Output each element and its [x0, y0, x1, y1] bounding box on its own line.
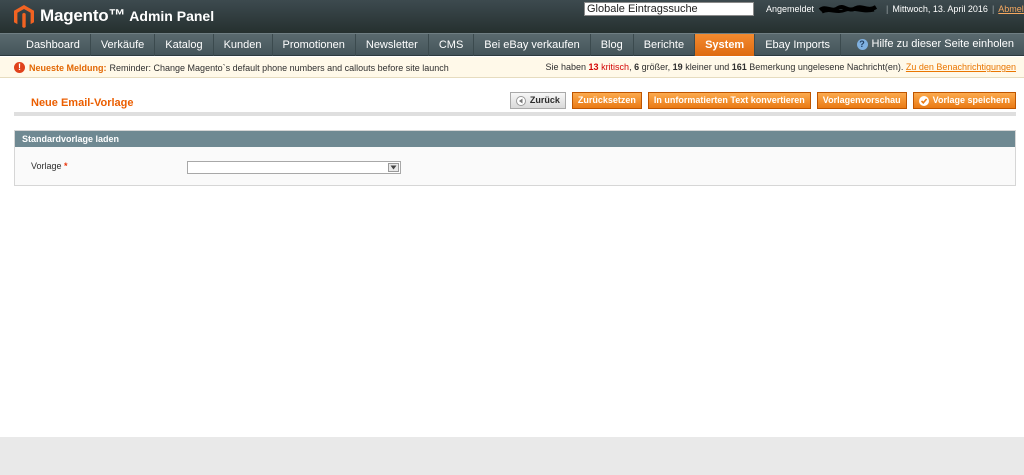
summary-suffix: Bemerkung ungelesene Nachricht(en). — [749, 62, 904, 72]
trademark-mark: ™ — [108, 6, 126, 25]
latest-message: ! Neueste Meldung: Reminder: Change Mage… — [14, 62, 449, 73]
help-label: Hilfe zu dieser Seite einholen — [871, 38, 1014, 50]
nav-item-dashboard[interactable]: Dashboard — [16, 34, 91, 56]
message-summary: Sie haben 13 kritisch, 6 größer, 19 klei… — [545, 62, 1016, 72]
global-search-input[interactable] — [584, 2, 754, 16]
magento-logo-icon — [14, 4, 34, 28]
current-date: Mittwoch, 13. April 2016 — [892, 4, 988, 14]
nav-item-newsletter[interactable]: Newsletter — [356, 34, 429, 56]
critical-word: kritisch — [601, 62, 630, 72]
logged-in-label: Angemeldet — [766, 4, 815, 14]
minor-count: 19 — [672, 62, 683, 72]
chevron-down-icon[interactable] — [388, 163, 399, 172]
critical-count: 13 — [588, 62, 599, 72]
nav-menu: Dashboard Verkäufe Katalog Kunden Promotione… — [16, 34, 842, 56]
redacted-username-scribble — [818, 3, 878, 15]
template-field-label: Vorlage * — [31, 161, 68, 171]
major-word: größer, — [641, 62, 671, 72]
major-count: 6 — [634, 62, 640, 72]
header-separator: | — [991, 4, 995, 14]
load-default-template-section: Standardvorlage laden Vorlage * — [14, 130, 1016, 186]
nav-item-kunden[interactable]: Kunden — [214, 34, 273, 56]
latest-message-text: Reminder: Change Magento`s default phone… — [109, 62, 449, 73]
main-navigation: Dashboard Verkäufe Katalog Kunden Promotione… — [0, 33, 1024, 56]
nav-item-promotionen[interactable]: Promotionen — [273, 34, 356, 56]
nav-item-cms[interactable]: CMS — [429, 34, 475, 56]
template-select[interactable] — [187, 161, 401, 174]
footer-area — [0, 437, 1024, 475]
checkmark-icon — [918, 95, 929, 106]
notice-count: 161 — [731, 62, 747, 72]
nav-item-katalog[interactable]: Katalog — [155, 34, 214, 56]
notification-bar: ! Neueste Meldung: Reminder: Change Mage… — [0, 57, 1024, 78]
back-button[interactable]: Zurück — [509, 92, 566, 109]
brand-name: Magento — [40, 6, 109, 25]
back-button-label: Zurück — [529, 95, 560, 105]
template-label-text: Vorlage — [31, 161, 62, 171]
template-field-row: Vorlage * — [15, 147, 1015, 185]
latest-message-label: Neueste Meldung: — [29, 62, 107, 73]
reset-button-label: Zurücksetzen — [577, 95, 636, 105]
help-icon: ? — [856, 38, 868, 50]
preview-template-button[interactable]: Vorlagenvorschau — [816, 92, 907, 109]
notifications-link[interactable]: Zu den Benachrichtigungen — [906, 62, 1016, 72]
logout-link[interactable]: Abmelden — [998, 4, 1024, 14]
header-separator: | — [886, 4, 889, 14]
alert-icon: ! — [14, 62, 25, 73]
admin-header: Magento ™ Admin Panel Angemeldet | Mittw… — [0, 0, 1024, 33]
page-header: Neue Email-Vorlage Zurück Zurücksetzen I… — [14, 90, 1016, 116]
minor-word: kleiner und — [685, 62, 730, 72]
nav-item-blog[interactable]: Blog — [591, 34, 634, 56]
nav-item-bei-ebay-verkaufen[interactable]: Bei eBay verkaufen — [474, 34, 591, 56]
nav-item-ebay-imports[interactable]: Ebay Imports — [755, 34, 842, 56]
save-template-button[interactable]: Vorlage speichern — [912, 92, 1016, 109]
preview-button-label: Vorlagenvorschau — [822, 95, 901, 105]
help-link[interactable]: ? Hilfe zu dieser Seite einholen — [856, 38, 1014, 50]
action-buttons: Zurück Zurücksetzen In unformatierten Te… — [504, 92, 1016, 109]
summary-prefix: Sie haben — [545, 62, 587, 72]
magento-logo[interactable]: Magento ™ Admin Panel — [14, 4, 214, 28]
convert-button-label: In unformatierten Text konvertieren — [653, 95, 805, 105]
nav-item-system[interactable]: System — [695, 34, 756, 56]
brand-subtitle: Admin Panel — [129, 8, 215, 24]
section-title: Standardvorlage laden — [15, 131, 1015, 147]
nav-item-verkäufe[interactable]: Verkäufe — [91, 34, 156, 56]
reset-button[interactable]: Zurücksetzen — [571, 92, 642, 109]
save-button-label: Vorlage speichern — [932, 95, 1010, 105]
user-info: Angemeldet | Mittwoch, 13. April 2016 | … — [766, 3, 1024, 15]
nav-item-berichte[interactable]: Berichte — [634, 34, 696, 56]
arrow-left-icon — [515, 95, 526, 106]
convert-to-plain-text-button[interactable]: In unformatierten Text konvertieren — [647, 92, 811, 109]
required-marker: * — [64, 161, 68, 171]
page-title: Neue Email-Vorlage — [31, 97, 134, 109]
